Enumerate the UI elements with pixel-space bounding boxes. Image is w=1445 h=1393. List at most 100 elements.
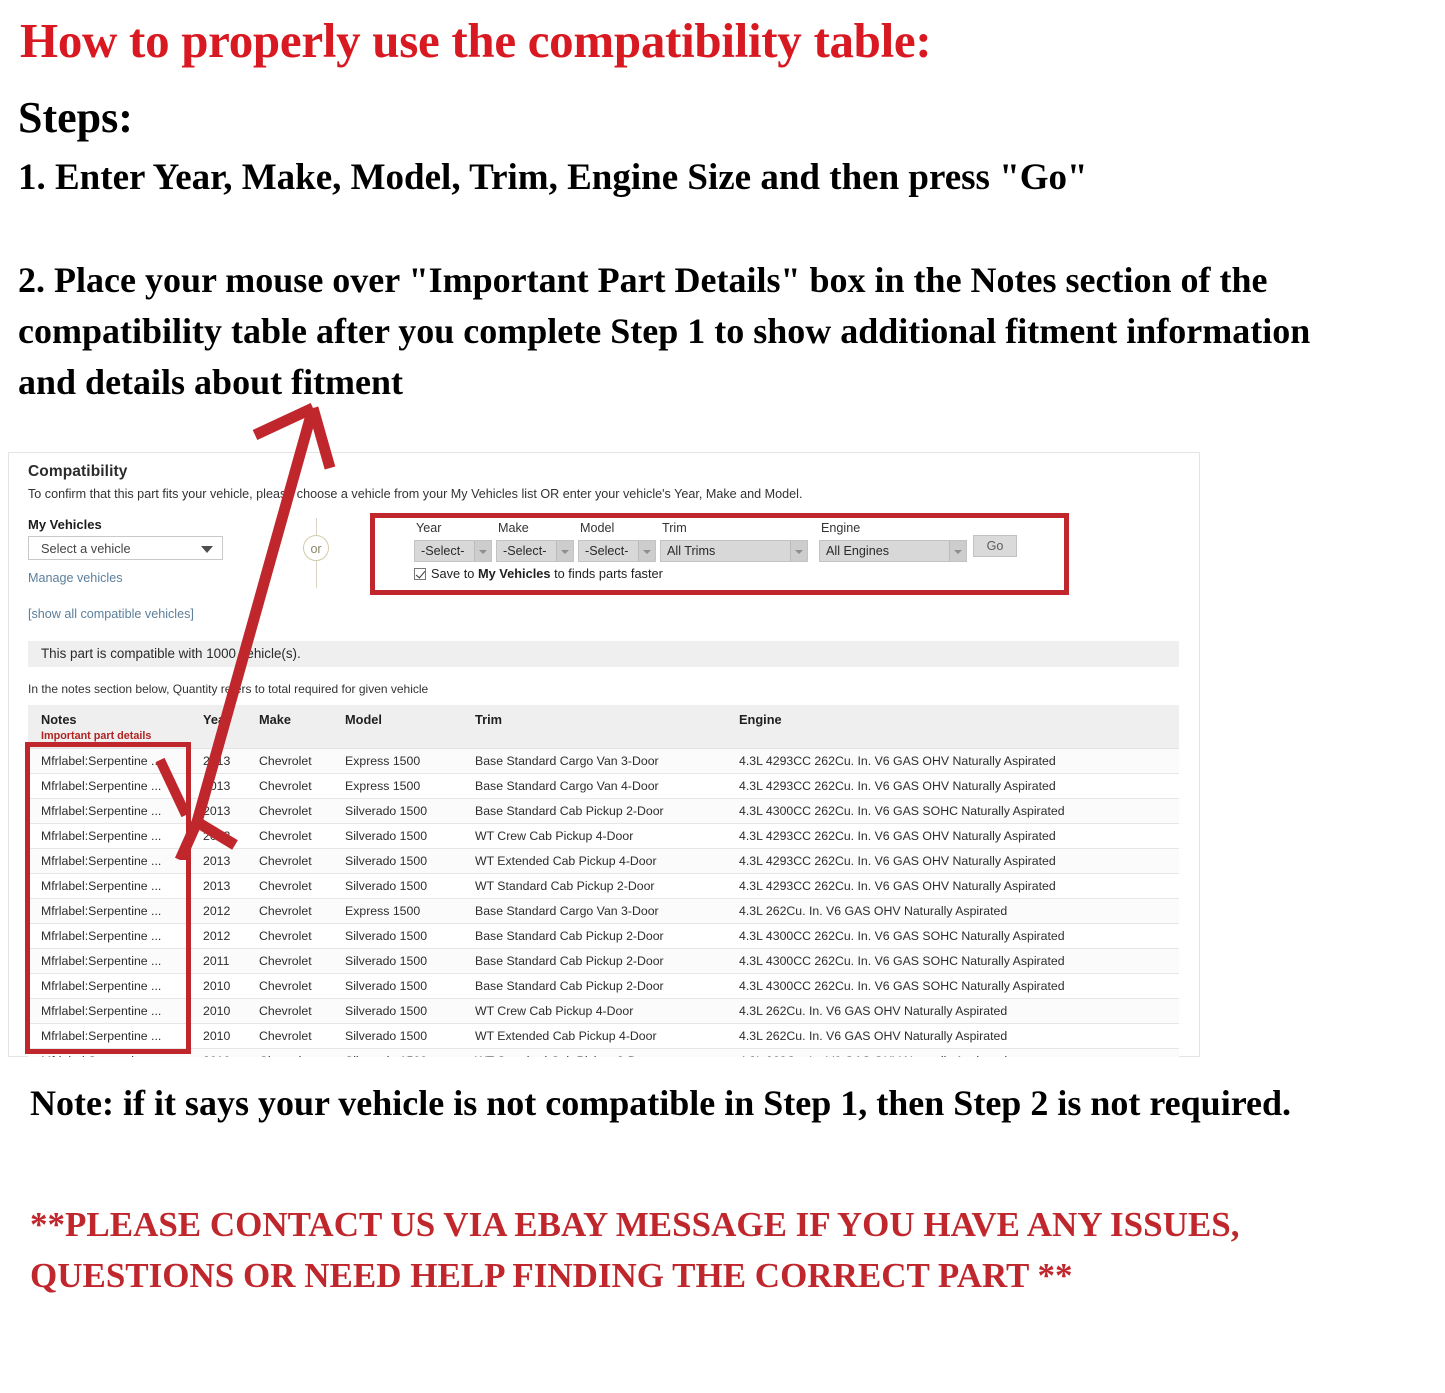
- cell-engine: 4.3L 4293CC 262Cu. In. V6 GAS OHV Natura…: [726, 873, 1179, 899]
- steps-heading: Steps:: [18, 93, 133, 142]
- cell-make: Chevrolet: [246, 823, 332, 849]
- table-row[interactable]: Mfrlabel:Serpentine ... 2012 Chevrolet Silv…: [28, 923, 1179, 949]
- cell-make: Chevrolet: [246, 848, 332, 874]
- cell-trim: Base Standard Cab Pickup 2-Door: [462, 973, 726, 999]
- table-row[interactable]: Mfrlabel:Serpentine ... 2013 Chevrolet Expr…: [28, 748, 1179, 774]
- cell-make: Chevrolet: [246, 948, 332, 974]
- table-row[interactable]: Mfrlabel:Serpentine ... 2013 Chevrolet Expr…: [28, 773, 1179, 799]
- cell-trim: WT Extended Cab Pickup 4-Door: [462, 848, 726, 874]
- manage-vehicles-link[interactable]: Manage vehicles: [28, 571, 123, 585]
- cell-notes: Mfrlabel:Serpentine ...: [28, 798, 190, 824]
- cell-engine: 4.3L 4293CC 262Cu. In. V6 GAS OHV Natura…: [726, 773, 1179, 799]
- cell-engine: 4.3L 4293CC 262Cu. In. V6 GAS OHV Natura…: [726, 823, 1179, 849]
- cell-year: 2013: [190, 748, 246, 774]
- my-vehicles-label: My Vehicles: [28, 517, 102, 532]
- column-header-trim: Trim: [462, 705, 726, 749]
- my-vehicles-dropdown[interactable]: Select a vehicle: [28, 536, 223, 560]
- cell-model: Silverado 1500: [332, 948, 462, 974]
- table-row[interactable]: Mfrlabel:Serpentine ...2010ChevroletSilv…: [28, 1023, 1179, 1049]
- cell-model: Silverado 1500: [332, 848, 462, 874]
- compatibility-subtitle: To confirm that this part fits your vehi…: [28, 487, 803, 501]
- compatibility-table: Notes Important part details Year Make M…: [28, 705, 1179, 1074]
- note-text: Note: if it says your vehicle is not com…: [30, 1083, 1292, 1123]
- cell-trim: WT Crew Cab Pickup 4-Door: [462, 998, 726, 1024]
- column-header-notes: Notes Important part details: [28, 705, 190, 749]
- compatible-count-text: This part is compatible with 1000 vehicl…: [41, 646, 301, 661]
- table-header-row: Notes Important part details Year Make M…: [28, 705, 1179, 749]
- cell-engine: 4.3L 4300CC 262Cu. In. V6 GAS SOHC Natur…: [726, 973, 1179, 999]
- cell-year: 2013: [190, 773, 246, 799]
- column-header-model: Model: [332, 705, 462, 749]
- cell-make: Chevrolet: [246, 748, 332, 774]
- cell-notes: Mfrlabel:Serpentine ...: [28, 748, 190, 774]
- compatibility-heading: Compatibility: [28, 463, 128, 480]
- cell-year: 2013: [190, 798, 246, 824]
- cell-model: Silverado 1500: [332, 1023, 462, 1049]
- cell-trim: Base Standard Cab Pickup 2-Door: [462, 798, 726, 824]
- step-2-text: 2. Place your mouse over "Important Part…: [18, 260, 1311, 403]
- cell-notes: Mfrlabel:Serpentine ...: [28, 973, 190, 999]
- cell-model: Silverado 1500: [332, 998, 462, 1024]
- important-part-details-label: Important part details: [41, 730, 152, 742]
- cell-engine: 4.3L 4300CC 262Cu. In. V6 GAS SOHC Natur…: [726, 948, 1179, 974]
- cell-year: 2010: [190, 1023, 246, 1049]
- cell-year: 2013: [190, 873, 246, 899]
- cell-engine: 4.3L 4300CC 262Cu. In. V6 GAS SOHC Natur…: [726, 798, 1179, 824]
- cell-engine: 4.3L 262Cu. In. V6 GAS OHV Naturally Asp…: [726, 1023, 1179, 1049]
- cell-year: 2010: [190, 998, 246, 1024]
- cell-year: 2013: [190, 823, 246, 849]
- cell-engine: 4.3L 262Cu. In. V6 GAS OHV Naturally Asp…: [726, 998, 1179, 1024]
- cell-notes: Mfrlabel:Serpentine ...: [28, 898, 190, 924]
- notes-header-label: Notes: [41, 712, 77, 727]
- cell-trim: Base Standard Cab Pickup 2-Door: [462, 948, 726, 974]
- my-vehicles-value: Select a vehicle: [41, 541, 131, 556]
- cell-trim: Base Standard Cargo Van 3-Door: [462, 748, 726, 774]
- or-divider: or: [297, 518, 337, 588]
- table-row[interactable]: Mfrlabel:Serpentine ...2010ChevroletSilv…: [28, 973, 1179, 999]
- table-row[interactable]: Mfrlabel:Serpentine ...2010ChevroletSilv…: [28, 998, 1179, 1024]
- cell-trim: Base Standard Cargo Van 4-Door: [462, 773, 726, 799]
- cell-engine: 4.3L 262Cu. In. V6 GAS OHV Naturally Asp…: [726, 898, 1179, 924]
- column-header-year: Year: [190, 705, 246, 749]
- show-all-compatible-vehicles-link[interactable]: [show all compatible vehicles]: [28, 607, 194, 621]
- chevron-down-icon: [201, 546, 213, 553]
- cell-make: Chevrolet: [246, 998, 332, 1024]
- cell-trim: WT Extended Cab Pickup 4-Door: [462, 1023, 726, 1049]
- cell-notes: Mfrlabel:Serpentine ...: [28, 998, 190, 1024]
- cell-model: Silverado 1500: [332, 798, 462, 824]
- cell-model: Silverado 1500: [332, 973, 462, 999]
- cell-engine: 4.3L 4293CC 262Cu. In. V6 GAS OHV Natura…: [726, 748, 1179, 774]
- column-header-engine: Engine: [726, 705, 1179, 749]
- table-row[interactable]: Mfrlabel:Serpentine ... 2013 Chevrolet Silv…: [28, 823, 1179, 849]
- cell-year: 2012: [190, 898, 246, 924]
- cell-notes: Mfrlabel:Serpentine ...: [28, 848, 190, 874]
- cell-make: Chevrolet: [246, 898, 332, 924]
- table-row[interactable]: Mfrlabel:Serpentine ... 2013 Chevrolet Silv…: [28, 873, 1179, 899]
- cell-year: 2011: [190, 948, 246, 974]
- compatible-count-bar: This part is compatible with 1000 vehicl…: [28, 641, 1179, 667]
- step-1-text: 1. Enter Year, Make, Model, Trim, Engine…: [18, 157, 1088, 198]
- contact-text: **PLEASE CONTACT US VIA EBAY MESSAGE IF …: [30, 1205, 1240, 1295]
- cell-notes: Mfrlabel:Serpentine ...: [28, 923, 190, 949]
- table-row[interactable]: Mfrlabel:Serpentine ... 2012 Chevrolet Expr…: [28, 898, 1179, 924]
- cell-make: Chevrolet: [246, 798, 332, 824]
- or-divider-label: or: [303, 535, 329, 561]
- cell-trim: WT Standard Cab Pickup 2-Door: [462, 873, 726, 899]
- table-row[interactable]: Mfrlabel:Serpentine ... 2013 Chevrolet Silv…: [28, 798, 1179, 824]
- cell-model: Silverado 1500: [332, 823, 462, 849]
- cell-trim: Base Standard Cargo Van 3-Door: [462, 898, 726, 924]
- cell-model: Express 1500: [332, 748, 462, 774]
- cell-model: Silverado 1500: [332, 923, 462, 949]
- cell-year: 2013: [190, 848, 246, 874]
- cell-make: Chevrolet: [246, 973, 332, 999]
- cell-notes: Mfrlabel:Serpentine ...: [28, 823, 190, 849]
- cell-trim: WT Crew Cab Pickup 4-Door: [462, 823, 726, 849]
- cell-year: 2010: [190, 973, 246, 999]
- table-body: Mfrlabel:Serpentine ... 2013 Chevrolet Expr…: [28, 748, 1179, 1074]
- cell-model: Express 1500: [332, 898, 462, 924]
- cell-trim: Base Standard Cab Pickup 2-Door: [462, 923, 726, 949]
- cell-notes: Mfrlabel:Serpentine ...: [28, 1023, 190, 1049]
- cell-engine: 4.3L 4300CC 262Cu. In. V6 GAS SOHC Natur…: [726, 923, 1179, 949]
- table-row[interactable]: Mfrlabel:Serpentine ... 2011 Chevrolet Silv…: [28, 948, 1179, 974]
- table-row[interactable]: Mfrlabel:Serpentine ... 2013 Chevrolet Silv…: [28, 848, 1179, 874]
